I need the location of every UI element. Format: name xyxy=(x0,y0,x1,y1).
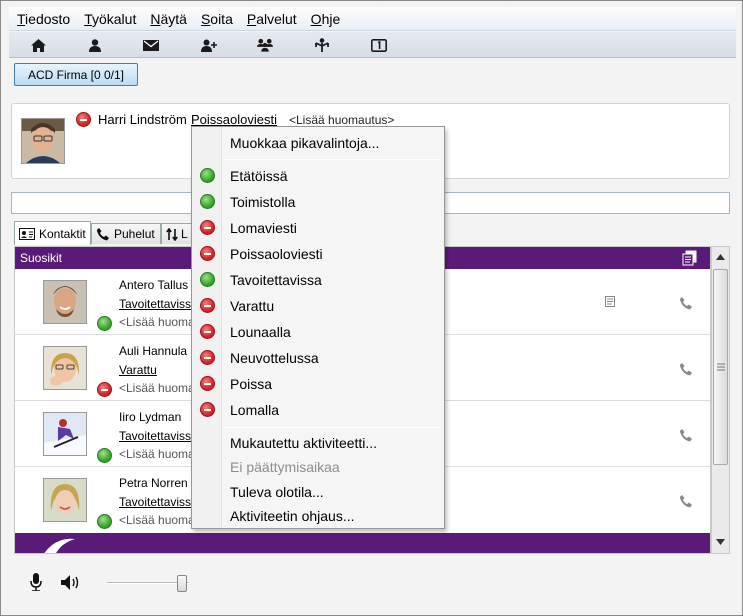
menu-separator xyxy=(224,159,440,160)
contact-status[interactable]: Varattu xyxy=(119,363,157,377)
tab-lista[interactable]: L xyxy=(161,223,193,244)
status-green-icon xyxy=(200,168,215,183)
tab-kontaktit-label: Kontaktit xyxy=(39,226,86,241)
own-name: Harri Lindström xyxy=(98,112,187,127)
status-red-icon xyxy=(200,220,215,235)
status-red-icon xyxy=(200,246,215,261)
status-busy-icon xyxy=(97,382,112,397)
contact-avatar xyxy=(43,346,87,390)
menu-palvelut[interactable]: Palvelut xyxy=(247,11,297,27)
scroll-down-icon[interactable] xyxy=(716,539,725,545)
status-green-icon xyxy=(200,194,215,209)
sort-arrows-icon xyxy=(166,227,178,241)
status-available-icon xyxy=(97,448,112,463)
scroll-up-icon[interactable] xyxy=(716,254,725,260)
menu-ohje[interactable]: Ohje xyxy=(311,11,341,27)
organization-icon[interactable] xyxy=(314,37,330,53)
acd-label: ACD Firma [0 0/1] xyxy=(27,67,125,82)
contact-name: Auli Hannula xyxy=(119,344,188,358)
menu-item-neuvottelussa[interactable]: Neuvottelussa xyxy=(230,350,319,366)
menu-item-tavoitettavissa[interactable]: Tavoitettavissa xyxy=(230,272,322,288)
call-icon[interactable] xyxy=(679,428,693,442)
contact-name: Antero Tallus xyxy=(119,278,189,292)
status-available-icon xyxy=(97,514,112,529)
speaker-icon[interactable] xyxy=(61,575,81,590)
call-icon[interactable] xyxy=(679,362,693,376)
menu-item-lomaviesti[interactable]: Lomaviesti xyxy=(230,220,297,236)
phone-icon xyxy=(96,228,109,241)
calendar-icon[interactable] xyxy=(371,37,387,53)
contacts-card-icon xyxy=(19,227,35,240)
contact-avatar xyxy=(43,478,87,522)
microphone-icon[interactable] xyxy=(30,573,42,591)
contact-status[interactable]: Tavoitettavissa xyxy=(119,429,198,443)
mail-icon[interactable] xyxy=(143,37,159,53)
menu-item-varattu[interactable]: Varattu xyxy=(230,298,274,314)
group-icon[interactable] xyxy=(257,37,273,53)
menu-tiedosto[interactable]: Tiedosto xyxy=(17,11,70,27)
menu-item-edit-shortcuts[interactable]: Muokkaa pikavalintoja... xyxy=(230,135,379,151)
status-popup-menu: Muokkaa pikavalintoja... Etätöissä Toimi… xyxy=(191,126,445,529)
menu-item-lounaalla[interactable]: Lounaalla xyxy=(230,324,291,340)
status-available-icon xyxy=(97,316,112,331)
tab-kontaktit[interactable]: Kontaktit xyxy=(14,221,91,245)
group-footer-band xyxy=(15,533,710,553)
own-status-busy-icon xyxy=(76,112,91,127)
contact-status[interactable]: Tavoitettavissa xyxy=(119,297,198,311)
status-red-icon xyxy=(200,376,215,391)
menu-item-poissaoloviesti[interactable]: Poissaoloviesti xyxy=(230,246,323,262)
menu-item-etatoissa[interactable]: Etätöissä xyxy=(230,168,288,184)
menu-item-custom-activity[interactable]: Mukautettu aktiviteetti... xyxy=(230,435,377,451)
note-icon[interactable] xyxy=(605,296,615,307)
own-status-link[interactable]: Poissaoloviesti xyxy=(191,112,277,127)
menu-item-no-end-time: Ei päättymisaikaa xyxy=(230,459,340,475)
group-label: Suosikit xyxy=(20,251,63,265)
group-settings-icon[interactable] xyxy=(682,250,698,266)
status-green-icon xyxy=(200,272,215,287)
add-contact-icon[interactable] xyxy=(201,37,217,53)
menu-bar: Tiedosto Työkalut Näytä Soita Palvelut O… xyxy=(9,7,736,31)
person-icon[interactable] xyxy=(87,37,103,53)
toolbar xyxy=(9,32,736,58)
menu-separator xyxy=(224,427,440,428)
tab-puhelut-label: Puhelut xyxy=(114,227,155,241)
volume-slider-thumb[interactable] xyxy=(177,575,187,592)
menu-item-toimistolla[interactable]: Toimistolla xyxy=(230,194,295,210)
contact-avatar xyxy=(43,412,87,456)
contact-status[interactable]: Tavoitettavissa xyxy=(119,495,198,509)
menu-nayta[interactable]: Näytä xyxy=(150,11,187,27)
menu-item-poissa[interactable]: Poissa xyxy=(230,376,272,392)
menu-item-lomalla[interactable]: Lomalla xyxy=(230,402,279,418)
call-icon[interactable] xyxy=(679,494,693,508)
status-red-icon xyxy=(200,324,215,339)
contact-avatar xyxy=(43,280,87,324)
contact-list-scrollbar[interactable] xyxy=(711,246,730,554)
contact-name: Petra Norren xyxy=(119,476,188,490)
menu-item-activity-routing[interactable]: Aktiviteetin ohjaus... xyxy=(230,508,355,524)
own-avatar[interactable] xyxy=(21,118,65,164)
acd-queue-button[interactable]: ACD Firma [0 0/1] xyxy=(14,63,138,86)
menu-soita[interactable]: Soita xyxy=(201,11,233,27)
grip-icon xyxy=(717,363,725,371)
status-red-icon xyxy=(200,402,215,417)
menu-tyokalut[interactable]: Työkalut xyxy=(84,11,136,27)
tab-lista-label: L xyxy=(181,227,188,241)
call-icon[interactable] xyxy=(679,296,693,310)
tab-puhelut[interactable]: Puhelut xyxy=(91,223,161,244)
contact-name: Iiro Lydman xyxy=(119,410,182,424)
own-note[interactable]: <Lisää huomautus> xyxy=(289,113,394,127)
scroll-thumb[interactable] xyxy=(713,269,728,465)
app-window: Tiedosto Työkalut Näytä Soita Palvelut O… xyxy=(0,0,743,616)
status-red-icon xyxy=(200,298,215,313)
home-icon[interactable] xyxy=(30,37,46,53)
status-red-icon xyxy=(200,350,215,365)
menu-item-upcoming-presence[interactable]: Tuleva olotila... xyxy=(230,484,324,500)
